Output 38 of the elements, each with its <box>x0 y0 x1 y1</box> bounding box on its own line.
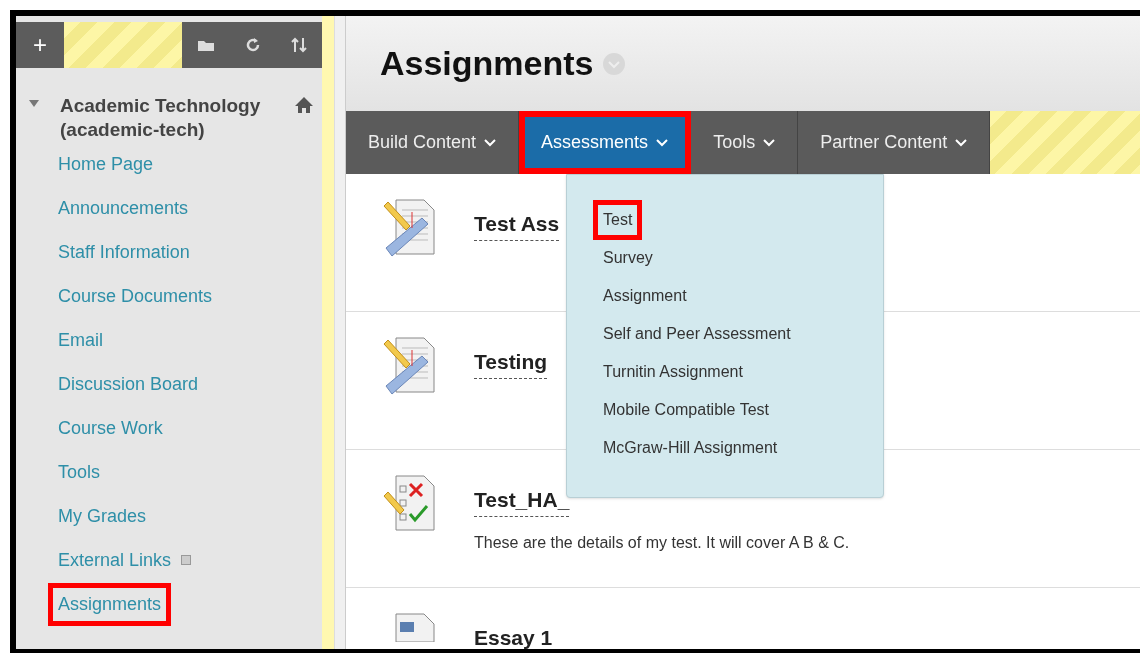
page-title: Assignments <box>380 43 594 84</box>
menu-item[interactable]: Mobile Compatible Test <box>593 396 779 424</box>
sidebar-link[interactable]: Assignments <box>48 582 172 626</box>
caret-icon <box>484 138 497 147</box>
refresh-icon <box>245 37 261 53</box>
folder-icon <box>197 38 215 52</box>
external-link-icon <box>181 555 192 565</box>
sidebar-link[interactable]: Course Work <box>48 410 173 446</box>
menu-item[interactable]: Assignment <box>593 282 697 310</box>
sort-icon <box>290 37 308 53</box>
sidebar-link[interactable]: Email <box>48 322 113 358</box>
sidebar-link[interactable]: Course Documents <box>48 278 223 314</box>
menu-item[interactable]: Test <box>593 200 643 240</box>
home-icon[interactable] <box>294 96 314 114</box>
caret-icon <box>656 138 669 147</box>
sidebar-link[interactable]: Tools <box>48 454 111 490</box>
sidebar-link[interactable]: Staff Information <box>48 234 200 270</box>
sidebar-link[interactable]: Announcements <box>48 190 199 226</box>
nav-tab[interactable]: Assessments <box>519 111 692 174</box>
course-title: Academic Technology (academic-tech) <box>60 94 262 142</box>
sidebar-link[interactable]: My Grades <box>48 498 157 534</box>
sidebar-link[interactable]: Discussion Board <box>48 366 209 402</box>
folder-button[interactable] <box>182 22 230 68</box>
menu-item[interactable]: Turnitin Assignment <box>593 358 753 386</box>
item-description: These are the details of my test. It will cover A B & C. <box>474 532 850 553</box>
item-title[interactable]: Essay 1 <box>474 622 553 649</box>
sidebar-link[interactable]: External Links <box>48 542 182 578</box>
sort-button[interactable] <box>276 22 322 68</box>
sidebar-link[interactable]: Home Page <box>48 146 164 182</box>
caret-icon <box>955 138 968 147</box>
add-button[interactable]: + <box>16 22 64 68</box>
item-title[interactable]: Testing <box>474 346 548 379</box>
menu-item[interactable]: McGraw-Hill Assignment <box>593 434 788 462</box>
caret-icon <box>763 138 776 147</box>
item-title[interactable]: Test Ass <box>474 208 560 241</box>
menu-item[interactable]: Self and Peer Assessment <box>593 320 801 348</box>
menu-item[interactable]: Survey <box>593 244 663 272</box>
collapse-triangle-icon[interactable] <box>28 99 40 109</box>
